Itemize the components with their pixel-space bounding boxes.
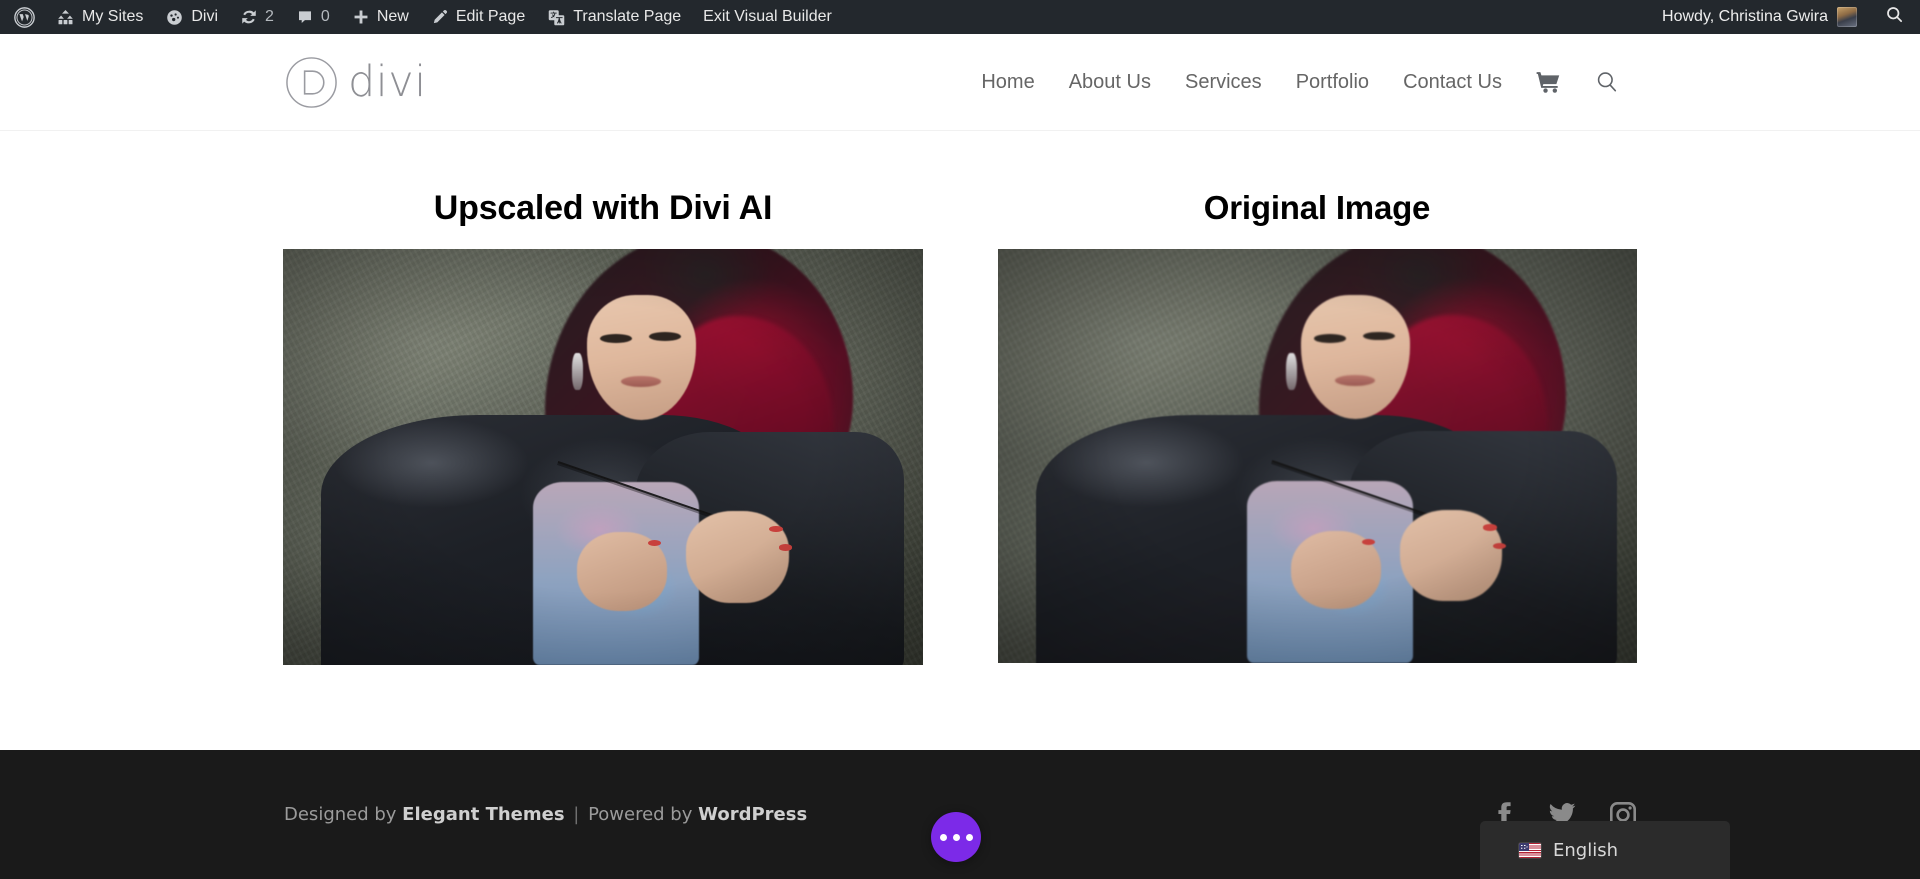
image-upscaled — [283, 249, 923, 665]
footer-credit: Designed by Elegant Themes | Powered by … — [284, 804, 807, 825]
comparison-title-upscaled: Upscaled with Divi AI — [434, 189, 772, 228]
admin-bar-search-button[interactable] — [1869, 0, 1920, 34]
translate-icon — [547, 8, 566, 27]
footer-credit-middle: Powered by — [588, 804, 698, 825]
footer-credit-brand[interactable]: Elegant Themes — [402, 804, 564, 825]
admin-bar-exit-visual-builder[interactable]: Exit Visual Builder — [692, 0, 843, 34]
nav-item-about-us[interactable]: About Us — [1052, 71, 1168, 94]
site-search-button[interactable] — [1578, 70, 1636, 94]
footer-credit-separator: | — [565, 804, 589, 825]
language-switcher[interactable]: English — [1480, 821, 1730, 879]
avatar — [1837, 7, 1857, 27]
shopping-cart-icon — [1536, 71, 1561, 94]
flag-us-icon — [1519, 843, 1541, 858]
admin-bar-updates[interactable]: 2 — [229, 0, 285, 34]
updates-icon — [240, 8, 258, 26]
admin-bar-translate-page[interactable]: Translate Page — [536, 0, 692, 34]
admin-bar-comments-count: 0 — [321, 8, 330, 26]
my-sites-icon — [56, 8, 75, 27]
cart-button[interactable] — [1519, 71, 1578, 94]
admin-bar-howdy-label: Howdy, Christina Gwira — [1662, 8, 1828, 26]
site-logo-text: divi — [348, 61, 427, 104]
admin-bar-divi-label: Divi — [191, 8, 218, 26]
nav-item-contact-us[interactable]: Contact Us — [1386, 71, 1519, 94]
admin-bar-comments[interactable]: 0 — [285, 0, 341, 34]
admin-bar-new[interactable]: New — [341, 0, 420, 34]
admin-bar-howdy[interactable]: Howdy, Christina Gwira — [1650, 0, 1869, 34]
wordpress-logo-icon — [14, 7, 35, 28]
admin-bar-right-group: Howdy, Christina Gwira — [1650, 0, 1920, 34]
admin-bar-updates-count: 2 — [265, 8, 274, 26]
divi-dashboard-icon — [165, 8, 184, 27]
admin-bar-my-sites-label: My Sites — [82, 8, 143, 26]
footer-credit-prefix: Designed by — [284, 804, 402, 825]
site-header: divi Home About Us Services Portfolio Co… — [0, 34, 1920, 131]
nav-item-portfolio[interactable]: Portfolio — [1279, 71, 1386, 94]
image-original — [998, 249, 1637, 663]
divi-logo-mark-icon — [284, 55, 339, 110]
primary-navigation: Home About Us Services Portfolio Contact… — [964, 70, 1636, 94]
comparison-column-upscaled: Upscaled with Divi AI — [283, 189, 923, 665]
admin-bar-wordpress-logo[interactable] — [4, 0, 45, 34]
site-logo[interactable]: divi — [284, 55, 427, 110]
search-icon — [1595, 70, 1619, 94]
pencil-icon — [431, 8, 449, 26]
search-icon — [1885, 5, 1904, 29]
wp-admin-bar: My Sites Divi 2 — [0, 0, 1920, 34]
admin-bar-divi[interactable]: Divi — [154, 0, 229, 34]
admin-bar-edit-page-label: Edit Page — [456, 8, 525, 26]
admin-bar-my-sites[interactable]: My Sites — [45, 0, 154, 34]
comparison-column-original: Original Image — [997, 189, 1637, 663]
plus-icon — [352, 8, 370, 26]
footer-credit-platform[interactable]: WordPress — [698, 804, 807, 825]
ellipsis-icon — [940, 834, 973, 841]
visual-builder-fab[interactable] — [931, 812, 981, 862]
admin-bar-edit-page[interactable]: Edit Page — [420, 0, 536, 34]
comments-icon — [296, 8, 314, 26]
nav-item-home[interactable]: Home — [964, 71, 1051, 94]
comparison-title-original: Original Image — [1204, 189, 1430, 227]
admin-bar-exit-visual-builder-label: Exit Visual Builder — [703, 8, 832, 26]
admin-bar-translate-page-label: Translate Page — [573, 8, 681, 26]
admin-bar-new-label: New — [377, 8, 409, 26]
image-comparison-row: Upscaled with Divi AI — [0, 189, 1920, 665]
page-root: My Sites Divi 2 — [0, 0, 1920, 879]
language-switcher-label: English — [1553, 840, 1618, 861]
nav-item-services[interactable]: Services — [1168, 71, 1279, 94]
main-content: Upscaled with Divi AI — [0, 131, 1920, 750]
